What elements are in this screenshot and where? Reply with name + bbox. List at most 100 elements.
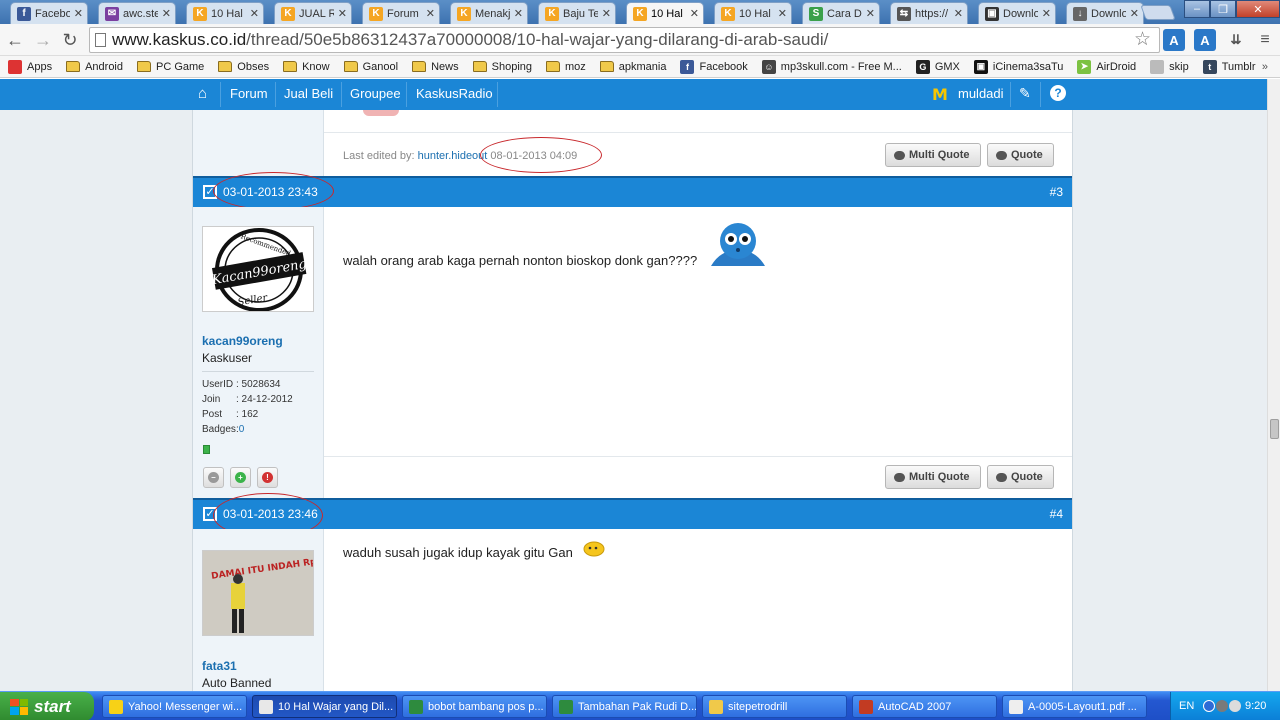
browser-tab[interactable]: ✉ awc.ste ✕ [98,2,176,24]
reload-icon[interactable]: ↻ [59,29,81,51]
browser-tab[interactable]: K 10 Hal W ✕ [186,2,264,24]
bookmark-item[interactable]: skip [1150,59,1189,74]
page-scrollbar[interactable] [1267,79,1280,691]
bookmarks-overflow-icon[interactable]: » [1262,61,1268,73]
browser-tab[interactable]: ▣ Downlo ✕ [978,2,1056,24]
multi-quote-button[interactable]: Multi Quote [885,465,981,489]
close-tab-icon[interactable]: ✕ [74,7,83,20]
browser-tab[interactable]: K 10 Hal Y ✕ [714,2,792,24]
taskbar-button[interactable]: Tambahan Pak Rudi D... [552,695,697,718]
browser-tab[interactable]: K Baju Ter ✕ [538,2,616,24]
bookmark-item[interactable]: Know [283,61,330,73]
bookmark-label: Apps [27,60,53,73]
taskbar-button[interactable]: AutoCAD 2007 [852,695,997,718]
quote-button[interactable]: Quote [987,143,1054,167]
report-button[interactable]: ! [257,467,278,488]
taskbar-button[interactable]: A-0005-Layout1.pdf ... [1002,695,1147,718]
bookmark-item[interactable]: f Facebook [680,59,748,74]
scrollbar-thumb[interactable] [1270,419,1279,439]
bookmark-item[interactable]: Obses [218,61,269,73]
close-tab-icon[interactable]: ✕ [338,7,347,20]
nav-kaskusradio[interactable]: KaskusRadio [416,86,493,101]
bookmark-item[interactable]: Shoping [472,61,532,73]
nav-jual-beli[interactable]: Jual Beli [284,86,333,101]
browser-tab[interactable]: ↓ Downloa ✕ [1066,2,1144,24]
language-indicator[interactable]: EN [1179,700,1194,712]
pencil-icon[interactable]: ✎ [1019,85,1031,102]
network-icon[interactable] [1216,700,1228,712]
multi-quote-button[interactable]: Multi Quote [885,143,981,167]
user-avatar-icon[interactable]: M [932,85,948,104]
new-tab-button[interactable] [1140,5,1176,20]
close-tab-icon[interactable]: ✕ [426,7,435,20]
bookmark-item[interactable]: Apps [8,59,53,74]
volume-icon[interactable] [1229,700,1241,712]
nav-groupee[interactable]: Groupee [350,86,401,101]
bookmark-item[interactable]: News [412,61,459,73]
close-tab-icon[interactable]: ✕ [866,7,875,20]
post-number-link[interactable]: #3 [1050,185,1063,199]
home-icon[interactable]: ⌂ [198,85,214,102]
bookmark-item[interactable]: Ganool [343,61,398,73]
close-tab-icon[interactable]: ✕ [690,7,699,20]
avatar[interactable]: Kacan99oreng Recommended Seller [202,226,314,312]
avatar[interactable]: DAMAI ITU INDAH Rp. 20.000 [202,550,314,636]
bookmark-item[interactable]: t Tumblr [1202,59,1256,74]
taskbar-button[interactable]: bobot bambang pos p... [402,695,547,718]
bookmark-item[interactable]: Android [66,61,123,73]
post-username[interactable]: kacan99oreng [202,334,283,348]
kaskus-icon: K [545,6,559,21]
close-tab-icon[interactable]: ✕ [250,7,259,20]
close-tab-icon[interactable]: ✕ [954,7,963,20]
give-reputation-button[interactable]: + [230,467,251,488]
help-tray-icon[interactable] [1203,700,1215,712]
address-bar[interactable]: www.kaskus.co.id/thread/50e5b86312437a70… [89,27,1160,53]
translate-icon[interactable]: A [1194,29,1216,51]
browser-tab[interactable]: S Cara De ✕ [802,2,880,24]
quote-button[interactable]: Quote [987,465,1054,489]
taskbar-button[interactable]: sitepetrodrill [702,695,847,718]
translate-icon[interactable]: A [1163,29,1185,51]
badges-count-link[interactable]: 0 [239,424,245,435]
help-icon[interactable]: ? [1050,85,1066,101]
taskbar-button[interactable]: 10 Hal Wajar yang Dil... [252,695,397,718]
forward-icon[interactable]: → [32,29,54,51]
bookmark-item[interactable]: PC Game [137,61,204,73]
close-tab-icon[interactable]: ✕ [1130,7,1139,20]
close-tab-icon[interactable]: ✕ [1042,7,1051,20]
browser-tab[interactable]: K Forum L ✕ [362,2,440,24]
close-tab-icon[interactable]: ✕ [514,7,523,20]
close-tab-icon[interactable]: ✕ [162,7,171,20]
minimize-button[interactable]: – [1184,0,1210,18]
kaskus-icon: K [193,6,207,21]
close-tab-icon[interactable]: ✕ [778,7,787,20]
facebook-icon: f [17,6,31,21]
start-button[interactable]: start [0,692,94,720]
browser-tab[interactable]: ⇆ https:// ✕ [890,2,968,24]
bookmark-item[interactable]: moz [546,61,586,73]
menu-icon[interactable]: ≡ [1254,29,1276,51]
browser-tab[interactable]: K JUAL RU ✕ [274,2,352,24]
close-tab-icon[interactable]: ✕ [602,7,611,20]
post-number-link[interactable]: #4 [1050,507,1063,521]
username-link[interactable]: muldadi [958,86,1004,101]
close-window-button[interactable]: ✕ [1236,0,1280,18]
nav-forum[interactable]: Forum [230,86,268,101]
taskbar-button[interactable]: Yahoo! Messenger wi... [102,695,247,718]
bookmark-item[interactable]: ☺ mp3skull.com - Free M... [761,59,902,74]
maximize-button[interactable]: ❐ [1210,0,1236,18]
browser-tab[interactable]: f Facebo ✕ [10,2,88,24]
bookmark-item[interactable]: G GMX [915,59,960,74]
browser-tab[interactable]: K Menakju ✕ [450,2,528,24]
bookmark-item[interactable]: ➤ AirDroid [1077,59,1136,74]
post-username[interactable]: fata31 [202,659,237,673]
bookmark-item[interactable]: ▣ iCinema3saTu [973,59,1063,74]
block-user-button[interactable]: – [203,467,224,488]
back-icon[interactable]: ← [4,29,26,51]
browser-tab[interactable]: K 10 Hal W ✕ [626,2,704,24]
bookmark-star-icon[interactable]: ☆ [1134,28,1151,51]
last-edited-user[interactable]: hunter.hideout [418,150,488,162]
folder-icon [412,61,427,72]
bookmark-item[interactable]: apkmania [599,61,666,73]
extension-icon[interactable]: ⇊ [1225,29,1247,51]
